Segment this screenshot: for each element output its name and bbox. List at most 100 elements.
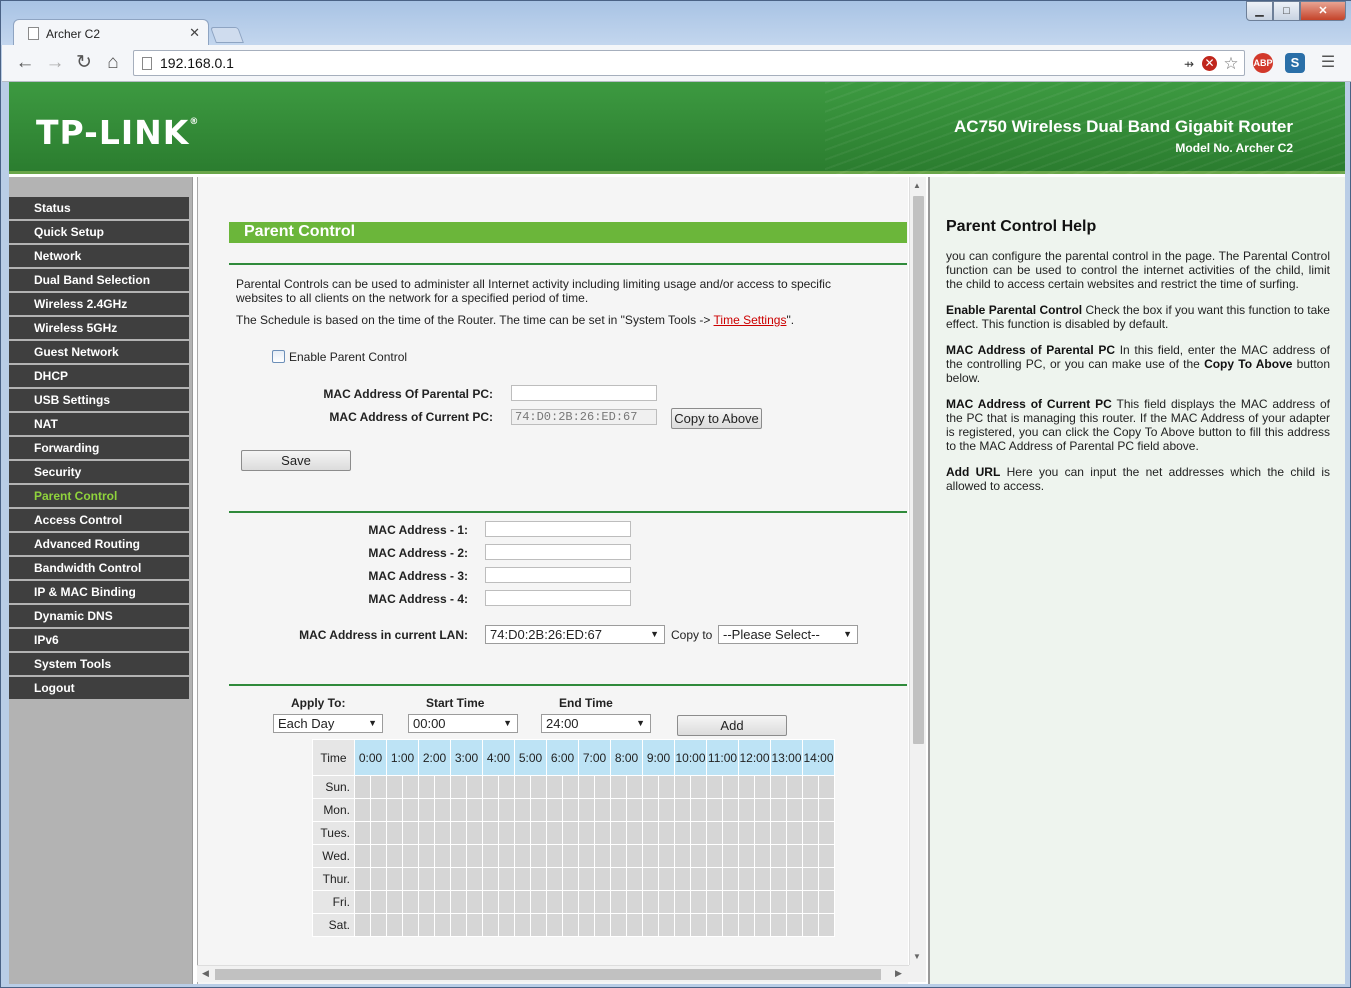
schedule-slot[interactable] — [562, 913, 579, 937]
sidebar-item-nat[interactable]: NAT — [9, 413, 189, 435]
schedule-slot[interactable] — [514, 821, 531, 845]
schedule-slot[interactable] — [818, 867, 835, 891]
schedule-slot[interactable] — [466, 913, 483, 937]
schedule-slot[interactable] — [738, 867, 755, 891]
home-icon[interactable]: ⌂ — [102, 52, 124, 74]
schedule-slot[interactable] — [818, 913, 835, 937]
schedule-slot[interactable] — [418, 867, 435, 891]
schedule-slot[interactable] — [642, 775, 659, 799]
scroll-up-arrow-icon[interactable]: ▲ — [913, 181, 921, 190]
schedule-slot[interactable] — [786, 890, 803, 914]
schedule-slot[interactable] — [578, 867, 595, 891]
sidebar-item-system-tools[interactable]: System Tools — [9, 653, 189, 675]
schedule-slot[interactable] — [786, 798, 803, 822]
schedule-slot[interactable] — [674, 821, 691, 845]
schedule-slot[interactable] — [610, 867, 627, 891]
schedule-slot[interactable] — [562, 775, 579, 799]
schedule-slot[interactable] — [738, 798, 755, 822]
schedule-slot[interactable] — [786, 821, 803, 845]
schedule-slot[interactable] — [674, 775, 691, 799]
schedule-slot[interactable] — [498, 821, 515, 845]
schedule-slot[interactable] — [354, 844, 371, 868]
schedule-slot[interactable] — [450, 890, 467, 914]
schedule-slot[interactable] — [738, 821, 755, 845]
schedule-slot[interactable] — [354, 775, 371, 799]
schedule-slot[interactable] — [562, 798, 579, 822]
schedule-slot[interactable] — [466, 890, 483, 914]
vertical-scroll-thumb[interactable] — [913, 196, 924, 744]
schedule-slot[interactable] — [402, 821, 419, 845]
schedule-slot[interactable] — [706, 844, 723, 868]
sidebar-item-advanced-routing[interactable]: Advanced Routing — [9, 533, 189, 555]
schedule-slot[interactable] — [418, 798, 435, 822]
sidebar-item-bandwidth-control[interactable]: Bandwidth Control — [9, 557, 189, 579]
schedule-slot[interactable] — [770, 798, 787, 822]
sidebar-item-dhcp[interactable]: DHCP — [9, 365, 189, 387]
address-bar[interactable]: 192.168.0.1 ⇸ ✕ ☆ — [133, 50, 1245, 76]
schedule-slot[interactable] — [530, 913, 547, 937]
schedule-slot[interactable] — [594, 913, 611, 937]
schedule-slot[interactable] — [498, 913, 515, 937]
schedule-slot[interactable] — [658, 913, 675, 937]
schedule-slot[interactable] — [658, 844, 675, 868]
schedule-slot[interactable] — [706, 913, 723, 937]
schedule-slot[interactable] — [642, 844, 659, 868]
schedule-slot[interactable] — [514, 867, 531, 891]
schedule-slot[interactable] — [450, 913, 467, 937]
schedule-slot[interactable] — [610, 798, 627, 822]
address-url[interactable]: 192.168.0.1 — [160, 55, 234, 71]
save-button[interactable]: Save — [241, 450, 351, 471]
schedule-slot[interactable] — [482, 844, 499, 868]
schedule-slot[interactable] — [690, 913, 707, 937]
schedule-slot[interactable] — [578, 913, 595, 937]
schedule-slot[interactable] — [818, 798, 835, 822]
sidebar-item-access-control[interactable]: Access Control — [9, 509, 189, 531]
schedule-slot[interactable] — [754, 798, 771, 822]
schedule-slot[interactable] — [658, 775, 675, 799]
schedule-slot[interactable] — [674, 913, 691, 937]
schedule-slot[interactable] — [594, 890, 611, 914]
schedule-slot[interactable] — [738, 890, 755, 914]
schedule-slot[interactable] — [770, 821, 787, 845]
schedule-slot[interactable] — [530, 775, 547, 799]
schedule-slot[interactable] — [370, 890, 387, 914]
sidebar-item-guest-network[interactable]: Guest Network — [9, 341, 189, 363]
adblock-icon[interactable]: ABP — [1253, 53, 1273, 73]
schedule-slot[interactable] — [642, 821, 659, 845]
schedule-slot[interactable] — [450, 867, 467, 891]
schedule-slot[interactable] — [658, 798, 675, 822]
schedule-slot[interactable] — [722, 867, 739, 891]
schedule-slot[interactable] — [370, 844, 387, 868]
schedule-slot[interactable] — [690, 798, 707, 822]
schedule-slot[interactable] — [514, 798, 531, 822]
schedule-slot[interactable] — [786, 844, 803, 868]
schedule-slot[interactable] — [482, 913, 499, 937]
schedule-slot[interactable] — [434, 821, 451, 845]
schedule-slot[interactable] — [498, 890, 515, 914]
schedule-slot[interactable] — [530, 844, 547, 868]
maximize-button[interactable]: □ — [1273, 1, 1300, 21]
schedule-slot[interactable] — [514, 913, 531, 937]
schedule-slot[interactable] — [626, 798, 643, 822]
schedule-slot[interactable] — [610, 821, 627, 845]
schedule-slot[interactable] — [418, 775, 435, 799]
schedule-slot[interactable] — [434, 867, 451, 891]
schedule-slot[interactable] — [386, 867, 403, 891]
schedule-slot[interactable] — [386, 913, 403, 937]
sidebar-item-status[interactable]: Status — [9, 197, 189, 219]
schedule-slot[interactable] — [370, 798, 387, 822]
schedule-slot[interactable] — [546, 890, 563, 914]
schedule-slot[interactable] — [770, 775, 787, 799]
schedule-slot[interactable] — [658, 821, 675, 845]
browser-tab[interactable]: Archer C2 ✕ — [13, 19, 209, 46]
schedule-slot[interactable] — [722, 890, 739, 914]
schedule-slot[interactable] — [418, 890, 435, 914]
schedule-slot[interactable] — [482, 798, 499, 822]
add-button[interactable]: Add — [677, 715, 787, 736]
schedule-slot[interactable] — [610, 775, 627, 799]
sidebar-item-quick-setup[interactable]: Quick Setup — [9, 221, 189, 243]
schedule-slot[interactable] — [802, 913, 819, 937]
schedule-slot[interactable] — [434, 844, 451, 868]
schedule-slot[interactable] — [706, 775, 723, 799]
schedule-slot[interactable] — [770, 844, 787, 868]
